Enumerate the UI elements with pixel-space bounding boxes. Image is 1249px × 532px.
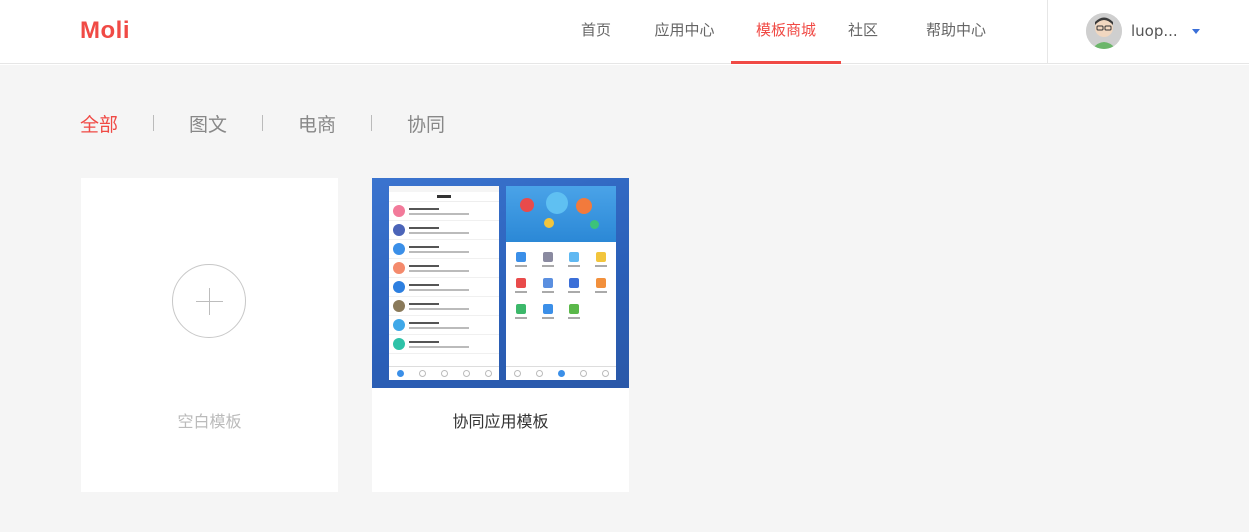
user-menu[interactable]: luop...: [1086, 12, 1200, 50]
template-card-label: 协同应用模板: [452, 412, 549, 431]
nav-item-label: 社区: [847, 21, 878, 39]
nav-item-app-center[interactable]: 应用中心: [632, 0, 737, 64]
filter-all[interactable]: 全部: [80, 110, 118, 137]
template-card-label: 空白模板: [177, 412, 242, 431]
nav-item-label: 帮助中心: [925, 21, 986, 39]
nav-item-label: 模板商城: [755, 21, 816, 39]
nav-item-help-center[interactable]: 帮助中心: [891, 0, 1021, 64]
top-navbar: Moli 首页 应用中心 模板商城 社区 帮助中心 luop...: [0, 0, 1249, 64]
filter-graphic[interactable]: 图文: [189, 110, 227, 137]
nav-item-community[interactable]: 社区: [835, 0, 891, 64]
phone-mockup-apps: [506, 186, 616, 380]
template-thumbnail: [372, 178, 629, 388]
template-card-blank[interactable]: 空白模板: [81, 178, 338, 492]
nav-item-home[interactable]: 首页: [560, 0, 632, 64]
category-filters: 全部 图文 电商 协同: [80, 110, 445, 136]
nav-item-template-store[interactable]: 模板商城: [731, 0, 841, 64]
filter-divider: [371, 115, 373, 131]
avatar[interactable]: [1086, 13, 1122, 49]
filter-divider: [262, 115, 264, 131]
logo-text: Moli: [80, 17, 130, 44]
main-nav: 首页 应用中心 模板商城 社区 帮助中心: [560, 0, 1021, 64]
filter-divider: [153, 115, 155, 131]
username: luop...: [1131, 22, 1178, 40]
avatar-image: [1086, 13, 1122, 49]
template-card-collab[interactable]: 协同应用模板: [372, 178, 629, 492]
moli-logo[interactable]: Moli: [80, 16, 130, 46]
nav-item-label: 首页: [580, 21, 611, 39]
plus-icon[interactable]: [172, 264, 246, 338]
filter-ecommerce[interactable]: 电商: [298, 110, 336, 137]
filter-collab[interactable]: 协同: [407, 110, 445, 137]
phone-mockup-messages: [389, 186, 499, 380]
header-divider: [1047, 0, 1048, 64]
nav-item-label: 应用中心: [654, 21, 715, 39]
chevron-down-icon[interactable]: [1191, 28, 1200, 34]
